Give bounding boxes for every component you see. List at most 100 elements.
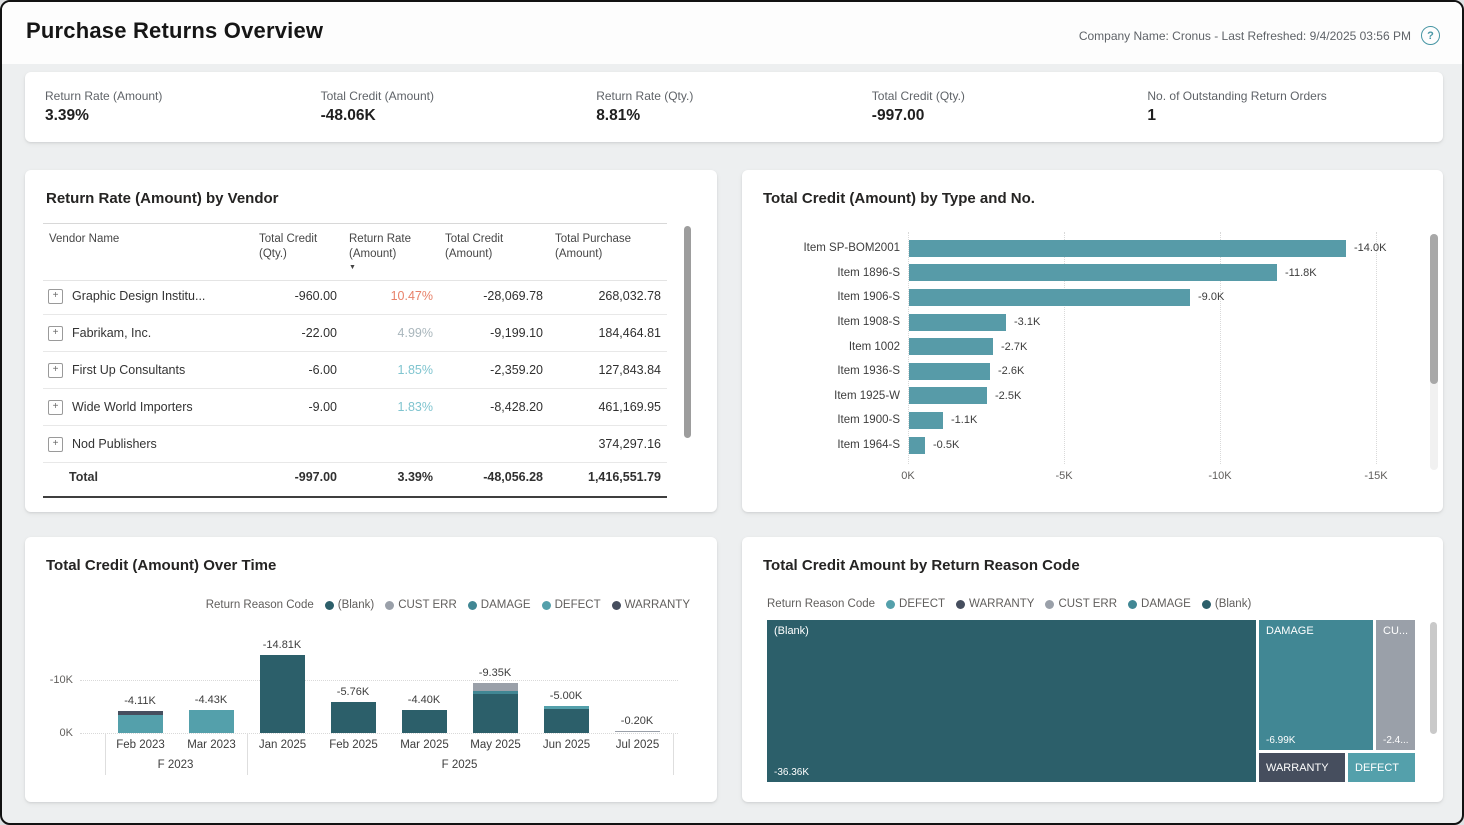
bar[interactable]: [909, 387, 987, 404]
stacked-bar[interactable]: [402, 710, 447, 733]
vendor-name-cell: + Wide World Importers: [43, 400, 253, 415]
total-credit-qty-cell: -9.00: [253, 400, 343, 414]
bar[interactable]: [909, 289, 1190, 306]
column-header[interactable]: Total Credit (Qty.): [253, 232, 343, 270]
kpi-label: Total Credit (Qty.): [872, 89, 1148, 103]
total-credit-qty-cell: -960.00: [253, 289, 343, 303]
bar-segment[interactable]: [473, 694, 518, 733]
total-purchase-amount-cell: 184,464.81: [549, 326, 667, 340]
bar-chart-scrollbar-track[interactable]: [1430, 234, 1438, 470]
bar[interactable]: [909, 264, 1277, 281]
expand-icon[interactable]: +: [48, 400, 63, 415]
bar-segment[interactable]: [473, 683, 518, 691]
bar-value-label: -0.5K: [933, 439, 959, 451]
bar-value-label: -14.0K: [1354, 242, 1386, 254]
kpi-strip: Return Rate (Amount)3.39%Total Credit (A…: [25, 72, 1443, 142]
stacked-bar[interactable]: [615, 731, 660, 733]
treemap-block-blank[interactable]: (Blank)-36.36K: [767, 620, 1256, 782]
x-category-label: Jun 2025: [531, 739, 602, 751]
table-scrollbar[interactable]: [684, 226, 691, 438]
kpi-value: 1: [1147, 107, 1423, 125]
bar-segment[interactable]: [402, 710, 447, 733]
expand-icon[interactable]: +: [48, 363, 63, 378]
header-bar: Purchase Returns Overview Company Name: …: [2, 2, 1462, 64]
stacked-bar[interactable]: [331, 702, 376, 733]
kpi-tile: No. of Outstanding Return Orders1: [1147, 89, 1423, 125]
vendor-name: Wide World Importers: [72, 400, 193, 414]
sort-descending-icon: ▼: [349, 263, 431, 272]
treemap-scrollbar[interactable]: [1430, 622, 1437, 734]
expand-icon[interactable]: +: [48, 437, 63, 452]
stacked-bar[interactable]: [118, 711, 163, 733]
column-header[interactable]: Total Purchase (Amount): [549, 232, 667, 270]
x-group-label: F 2023: [105, 759, 247, 771]
company-refresh-info: Company Name: Cronus - Last Refreshed: 9…: [1079, 29, 1411, 43]
table-row[interactable]: +Wide World Importers-9.001.83%-8,428.20…: [43, 389, 667, 426]
x-category-label: Jan 2025: [247, 739, 318, 751]
bar-value-label: -11.8K: [1285, 267, 1317, 279]
y-tick-label: -10K: [33, 674, 73, 686]
axis-group-separator: [247, 733, 248, 775]
bar[interactable]: [909, 240, 1346, 257]
bar[interactable]: [909, 314, 1006, 331]
stacked-bar[interactable]: [544, 706, 589, 733]
bar-segment[interactable]: [118, 715, 163, 733]
bar[interactable]: [909, 437, 925, 454]
bar-segment[interactable]: [544, 709, 589, 733]
total-credit-qty-cell: -22.00: [253, 326, 343, 340]
table-row[interactable]: +Graphic Design Institu...-960.0010.47%-…: [43, 278, 667, 315]
legend-title: Return Reason Code: [767, 598, 875, 610]
bar-category-label: Item SP-BOM2001: [742, 242, 909, 254]
total-credit: -48,056.28: [439, 470, 549, 484]
column-header[interactable]: Total Credit (Amount): [439, 232, 549, 270]
bar-segment[interactable]: [189, 710, 234, 733]
stacked-bar[interactable]: [260, 655, 305, 733]
vendor-name-cell: +Graphic Design Institu...: [43, 289, 253, 304]
bar-value-label: -1.1K: [951, 414, 977, 426]
treemap-block-warranty[interactable]: WARRANTY: [1259, 753, 1345, 782]
treemap-block-defect[interactable]: DEFECT: [1348, 753, 1415, 782]
legend-item[interactable]: WARRANTY: [956, 598, 1034, 610]
bar-chart-scrollbar[interactable]: [1430, 234, 1438, 384]
treemap-block-label: (Blank): [774, 625, 809, 637]
header-meta-group: Company Name: Cronus - Last Refreshed: 9…: [1079, 26, 1440, 45]
treemap-block-damage[interactable]: DAMAGE-6.99K: [1259, 620, 1373, 750]
expand-icon[interactable]: +: [48, 326, 63, 341]
bar-category-label: Item 1936-S: [742, 365, 909, 377]
legend-item[interactable]: DEFECT: [886, 598, 945, 610]
legend-dot-icon: [1045, 600, 1054, 609]
bar-segment[interactable]: [331, 702, 376, 733]
bar-row: Item 1896-S -11.8K: [742, 261, 1406, 286]
vendor-name-cell: +Fabrikam, Inc.: [43, 326, 253, 341]
column-header[interactable]: Vendor Name: [43, 232, 253, 255]
bar-value-label: -3.1K: [1014, 316, 1040, 328]
legend-item[interactable]: DAMAGE: [1128, 598, 1191, 610]
bar-value-label: -9.0K: [1198, 291, 1224, 303]
bar-segment[interactable]: [260, 655, 305, 733]
bar-category-label: Item 1896-S: [742, 267, 909, 279]
bar-category-label: Item 1908-S: [742, 316, 909, 328]
column-value-label: -5.00K: [531, 690, 601, 702]
stacked-bar[interactable]: [473, 683, 518, 733]
bar[interactable]: [909, 412, 943, 429]
table-row[interactable]: +First Up Consultants-6.001.85%-2,359.20…: [43, 352, 667, 389]
vendor-name-cell: +Nod Publishers: [43, 437, 253, 452]
table-header-row: Vendor NameTotal Credit (Qty.)Return Rat…: [43, 223, 667, 281]
treemap-block-cust[interactable]: CU...-2.4...: [1376, 620, 1415, 750]
gridline: [80, 733, 678, 734]
stacked-bar[interactable]: [189, 710, 234, 733]
kpi-tile: Return Rate (Qty.)8.81%: [596, 89, 872, 125]
help-icon[interactable]: ?: [1421, 26, 1440, 45]
total-purchase-amount-cell: 374,297.16: [549, 437, 667, 451]
legend-dot-icon: [1202, 600, 1211, 609]
column-header[interactable]: Return Rate (Amount)▼: [343, 232, 439, 280]
expand-icon[interactable]: +: [48, 289, 63, 304]
legend-item[interactable]: CUST ERR: [1045, 598, 1117, 610]
legend-item[interactable]: (Blank): [1202, 598, 1251, 610]
bar[interactable]: [909, 338, 993, 355]
page-title: Purchase Returns Overview: [26, 18, 323, 44]
bar[interactable]: [909, 363, 990, 380]
bar-value-label: -2.5K: [995, 390, 1021, 402]
table-row[interactable]: +Fabrikam, Inc.-22.004.99%-9,199.10184,4…: [43, 315, 667, 352]
bar-row: Item 1908-S -3.1K: [742, 310, 1406, 335]
